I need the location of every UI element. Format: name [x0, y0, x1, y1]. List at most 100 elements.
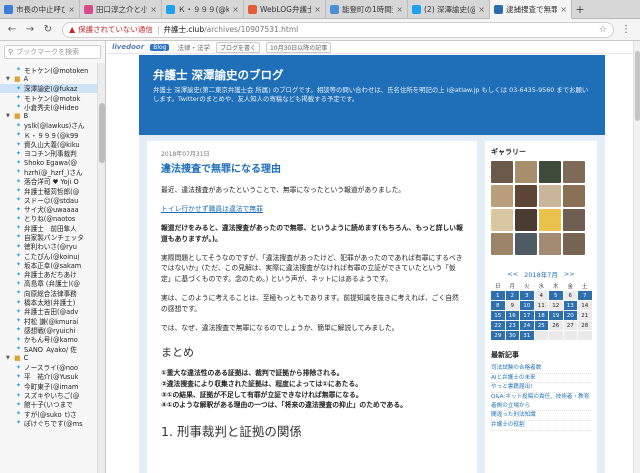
bookmark-item[interactable]: ✦ 坂本正幸(@sakam [0, 260, 98, 269]
bookmark-item[interactable]: ✦ ヨコチン刑事裁判 [0, 149, 98, 158]
close-icon[interactable]: × [478, 5, 485, 14]
bookmark-item[interactable]: ✦ こたぴん(@koinuj [0, 251, 98, 260]
recent-post-link[interactable]: 間違った刑法知識 [491, 411, 591, 421]
close-icon[interactable]: × [560, 5, 567, 14]
calendar-next-link[interactable]: >> [564, 270, 575, 278]
browser-tab[interactable]: WebLOG弁護士中村× [244, 0, 326, 19]
bookmark-item[interactable]: ✦ 感想戦(@ryuichi [0, 325, 98, 334]
menu-icon[interactable]: ⋮ [618, 22, 634, 38]
gallery-thumbnail[interactable] [539, 209, 561, 231]
bookmark-item[interactable]: ✦ スズキやいちご(@ [0, 390, 98, 400]
gallery-thumbnail[interactable] [515, 185, 537, 207]
gallery-thumbnail[interactable] [539, 185, 561, 207]
news-link[interactable]: トイレ行かせず職員は違法で無罪 [161, 204, 463, 215]
address-bar[interactable]: ▲ 保護されていない通信 | 弁護士.club /archives/109075… [62, 21, 614, 38]
close-icon[interactable]: × [68, 5, 75, 14]
bookmark-item[interactable]: ✦ サイ犬(@uwaaaa [0, 204, 98, 214]
gallery-thumbnail[interactable] [515, 161, 537, 183]
close-icon[interactable]: × [150, 5, 157, 14]
calendar-day[interactable]: 25 [534, 321, 548, 330]
close-icon[interactable]: × [232, 5, 239, 14]
gallery-thumbnail[interactable] [563, 185, 585, 207]
close-icon[interactable]: × [314, 5, 321, 14]
bookmark-item[interactable]: ✦ かもん号(@kamo [0, 335, 98, 344]
bookmark-folder[interactable]: ▼ ■ C [0, 353, 98, 362]
gallery-thumbnail[interactable] [539, 161, 561, 183]
forward-arrow-icon[interactable]: → [22, 22, 38, 38]
bookmark-item[interactable]: ✦ モトケン(@motoken [0, 65, 98, 74]
bookmark-item[interactable]: ✦ 弁護士 前田隼人 [0, 223, 98, 232]
gallery-thumbnail[interactable] [539, 233, 561, 255]
chevron-down-icon[interactable]: ▼ [6, 113, 12, 119]
bookmark-folder[interactable]: ▼ ■ A [0, 74, 98, 83]
livedoor-logo[interactable]: livedoor [112, 43, 144, 51]
bookmark-item[interactable]: ✦ 弁護士あだちあけ [0, 270, 98, 279]
gallery-thumbnail[interactable] [563, 233, 585, 255]
calendar-day[interactable]: 31 [520, 331, 534, 340]
calendar-day[interactable]: 1 [491, 291, 505, 300]
bookmark-item[interactable]: ✦ Ｋ・９９９(@k99 [0, 130, 98, 139]
bookmark-item[interactable]: ✦ 徳利わいさ(@ryu [0, 242, 98, 251]
calendar-day[interactable]: 17 [520, 311, 534, 320]
gallery-thumbnail[interactable] [515, 233, 537, 255]
blog-title[interactable]: 弁護士 深澤諭史のブログ [153, 67, 591, 83]
sidebar-scrollbar[interactable] [97, 63, 105, 473]
reload-icon[interactable]: ↻ [40, 22, 56, 38]
sidebar-scroll-thumb[interactable] [99, 103, 105, 163]
page-scrollbar[interactable] [633, 41, 640, 473]
post-title[interactable]: 違法捜査で無罪になる理由 [161, 160, 463, 175]
calendar-day[interactable]: 20 [563, 311, 577, 320]
bookmark-item[interactable]: ✦ 落合洋司 ♥ Yoji O [0, 177, 98, 186]
calendar-day[interactable]: 15 [491, 311, 505, 320]
star-icon[interactable]: ☆ [599, 25, 607, 35]
bookmark-item[interactable]: ✦ ノースライ(@noo [0, 363, 98, 372]
gallery-thumbnail[interactable] [491, 209, 513, 231]
gallery-thumbnail[interactable] [563, 209, 585, 231]
bookmark-item[interactable]: ✦ yslk(@lawkus)さん [0, 121, 98, 130]
back-arrow-icon[interactable]: ← [4, 22, 20, 38]
calendar-day[interactable]: 7 [578, 291, 592, 300]
gallery-thumbnail[interactable] [491, 161, 513, 183]
recent-post-link[interactable]: AIと弁護士の未来 [491, 374, 591, 384]
bookmark-item[interactable]: ✦ SANO_Ayako/ 佐 [0, 344, 98, 353]
recent-post-link[interactable]: Q&A:ネット投稿の責任、技術者・教育者側の立場から [491, 393, 591, 412]
write-blog-button[interactable]: ブログを書く [215, 41, 260, 53]
close-icon[interactable]: × [396, 5, 403, 14]
bookmark-item[interactable]: ✦ 深澤諭史(@fukaz [0, 83, 98, 93]
calendar-day[interactable]: 3 [520, 291, 534, 300]
page-scroll-thumb[interactable] [635, 51, 640, 121]
chevron-down-icon[interactable]: ▼ [6, 355, 12, 361]
bookmark-item[interactable]: ✦ 向原総合法律事務 [0, 288, 98, 297]
bookmark-item[interactable]: ✦ 村松 謙(@kmurai [0, 316, 98, 325]
bookmark-item[interactable]: ✦ 弁護士吉田(@adv [0, 307, 98, 316]
calendar-day[interactable]: 23 [505, 321, 519, 330]
calendar-day[interactable]: 16 [505, 311, 519, 320]
calendar-day[interactable]: 18 [534, 311, 548, 320]
browser-tab[interactable]: 能登町の1時間天気× [326, 0, 408, 19]
browser-tab[interactable]: Ｋ・９９９(@k999× [162, 0, 244, 19]
calendar-day[interactable]: 30 [505, 331, 519, 340]
new-tab-button[interactable]: + [572, 0, 588, 18]
calendar-day[interactable]: 8 [491, 301, 505, 310]
bookmark-item[interactable]: ✦ とりね(@naotos [0, 214, 98, 223]
calendar-prev-link[interactable]: << [507, 270, 518, 278]
chevron-down-icon[interactable]: ▼ [6, 76, 12, 82]
gallery-thumbnail[interactable] [515, 209, 537, 231]
calendar-day[interactable]: 2 [505, 291, 519, 300]
calendar-day[interactable]: 5 [549, 291, 563, 300]
calendar-day[interactable]: 24 [520, 321, 534, 330]
bookmark-item[interactable]: ✦ ぽけぐちです(@ms [0, 418, 98, 427]
bookmark-item[interactable]: ✦ 弁護士穂苅哲郎(@ [0, 186, 98, 195]
gallery-thumbnail[interactable] [563, 161, 585, 183]
blog-tag[interactable]: Blog [150, 43, 170, 51]
calendar-day[interactable]: 29 [491, 331, 505, 340]
bookmark-item[interactable]: ✦ 高島章 (弁護士)(@ [0, 279, 98, 288]
browser-tab[interactable]: 田口淳之介と小嶺麗× [80, 0, 162, 19]
browser-tab[interactable]: 市長の中止呼びかけ× [0, 0, 80, 19]
bookmark-item[interactable]: ✦ 館十子(いつまで [0, 400, 98, 409]
bookmark-item[interactable]: ✦ 平 祐介(@Yusuk [0, 372, 98, 381]
category-path[interactable]: 法律・法学 [177, 42, 210, 52]
bookmark-item[interactable]: ✦ スドー☺(@stdau [0, 195, 98, 204]
bookmark-item[interactable]: ✦ 自家製パンチェッタ [0, 232, 98, 241]
calendar-day[interactable]: 19 [549, 311, 563, 320]
